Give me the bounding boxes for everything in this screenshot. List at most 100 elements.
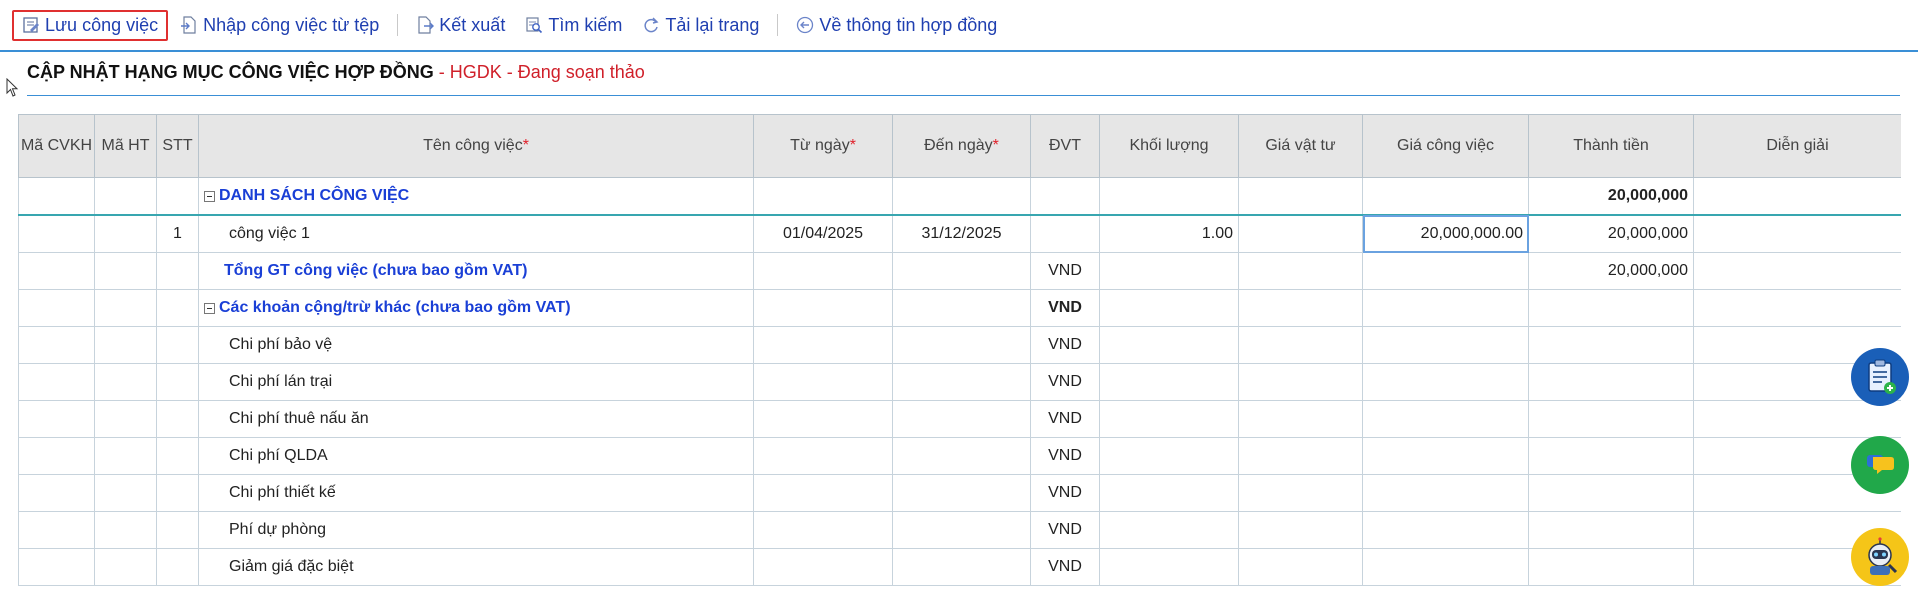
grid-cell[interactable] bbox=[1693, 400, 1901, 438]
cell-work-price-input[interactable]: 20,000,000.00 bbox=[1362, 214, 1529, 253]
grid-cell[interactable] bbox=[156, 548, 199, 586]
grid-cell[interactable] bbox=[1362, 437, 1529, 475]
collapse-toggle-icon[interactable] bbox=[204, 190, 215, 202]
grid-cell[interactable] bbox=[1362, 511, 1529, 549]
cell-cost-name[interactable]: Chi phí bảo vệ bbox=[198, 326, 754, 364]
grid-cell[interactable] bbox=[1238, 400, 1363, 438]
table-row[interactable]: Chi phí lán trại VND bbox=[18, 363, 1901, 401]
col-header-gia-vat-tu[interactable]: Giá vật tư bbox=[1238, 114, 1363, 178]
grid-cell[interactable] bbox=[892, 326, 1031, 364]
grid-cell[interactable] bbox=[1362, 400, 1529, 438]
export-button[interactable]: Kết xuất bbox=[408, 10, 513, 41]
col-header-dien-giai[interactable]: Diễn giải bbox=[1693, 114, 1901, 178]
grid-cell[interactable] bbox=[156, 437, 199, 475]
grid-cell[interactable] bbox=[1099, 474, 1239, 512]
table-row[interactable]: Chi phí QLDA VND bbox=[18, 437, 1901, 475]
cell-quantity[interactable]: 1.00 bbox=[1099, 214, 1239, 253]
grid-cell[interactable] bbox=[1528, 511, 1694, 549]
cell-to-date[interactable]: 31/12/2025 bbox=[892, 214, 1031, 253]
grid-cell[interactable] bbox=[753, 474, 893, 512]
col-header-ten-cong-viec[interactable]: Tên công việc* bbox=[198, 114, 754, 178]
grid-cell[interactable] bbox=[1238, 474, 1363, 512]
cell-ma-cvkh[interactable] bbox=[18, 214, 95, 253]
grid-cell[interactable] bbox=[1528, 400, 1694, 438]
grid-cell[interactable] bbox=[1099, 437, 1239, 475]
grid-cell[interactable] bbox=[1362, 474, 1529, 512]
table-row[interactable]: Chi phí thuê nấu ăn VND bbox=[18, 400, 1901, 438]
grid-cell[interactable] bbox=[18, 437, 95, 475]
grid-cell[interactable] bbox=[156, 474, 199, 512]
table-row[interactable]: 1 công việc 1 01/04/2025 31/12/2025 1.00… bbox=[18, 214, 1901, 253]
grid-cell[interactable] bbox=[1238, 437, 1363, 475]
grid-cell[interactable] bbox=[892, 474, 1031, 512]
grid-cell[interactable] bbox=[1099, 400, 1239, 438]
cell-cost-name[interactable]: Chi phí lán trại bbox=[198, 363, 754, 401]
col-header-thanh-tien[interactable]: Thành tiền bbox=[1528, 114, 1694, 178]
grid-cell[interactable] bbox=[753, 326, 893, 364]
grid-cell[interactable] bbox=[892, 548, 1031, 586]
grid-cell[interactable] bbox=[1099, 326, 1239, 364]
grid-cell[interactable] bbox=[94, 400, 157, 438]
grid-cell[interactable] bbox=[1238, 511, 1363, 549]
grid-cell[interactable] bbox=[1528, 326, 1694, 364]
grid-cell[interactable] bbox=[892, 363, 1031, 401]
cell-ma-ht[interactable] bbox=[94, 214, 157, 253]
group-row-work-list[interactable]: DANH SÁCH CÔNG VIỆC 20,000,000 bbox=[18, 177, 1901, 216]
grid-cell[interactable] bbox=[753, 363, 893, 401]
cell-description[interactable] bbox=[1693, 214, 1901, 253]
reload-button[interactable]: Tải lại trang bbox=[634, 10, 767, 41]
grid-cell[interactable] bbox=[94, 474, 157, 512]
col-header-ma-cvkh[interactable]: Mã CVKH bbox=[18, 114, 95, 178]
table-row[interactable]: Giảm giá đặc biệt VND bbox=[18, 548, 1901, 586]
grid-cell[interactable] bbox=[1528, 363, 1694, 401]
collapse-toggle-icon[interactable] bbox=[204, 302, 215, 314]
table-row[interactable]: Chi phí bảo vệ VND bbox=[18, 326, 1901, 364]
grid-cell[interactable] bbox=[156, 326, 199, 364]
grid-cell[interactable] bbox=[18, 474, 95, 512]
grid-cell[interactable] bbox=[892, 437, 1031, 475]
grid-cell[interactable] bbox=[1238, 363, 1363, 401]
grid-cell[interactable] bbox=[1099, 548, 1239, 586]
grid-cell[interactable] bbox=[892, 400, 1031, 438]
grid-cell[interactable] bbox=[94, 437, 157, 475]
cell-cost-name[interactable]: Chi phí QLDA bbox=[198, 437, 754, 475]
grid-cell[interactable] bbox=[94, 511, 157, 549]
grid-cell[interactable] bbox=[753, 548, 893, 586]
grid-cell[interactable] bbox=[1238, 548, 1363, 586]
grid-cell[interactable] bbox=[753, 400, 893, 438]
col-header-stt[interactable]: STT bbox=[156, 114, 199, 178]
grid-cell[interactable] bbox=[156, 511, 199, 549]
grid-cell[interactable] bbox=[94, 548, 157, 586]
grid-cell[interactable] bbox=[753, 511, 893, 549]
back-to-contract-button[interactable]: Về thông tin hợp đồng bbox=[788, 10, 1005, 41]
col-header-gia-cong-viec[interactable]: Giá công việc bbox=[1362, 114, 1529, 178]
grid-cell[interactable] bbox=[1099, 363, 1239, 401]
grid-cell[interactable] bbox=[1362, 548, 1529, 586]
grid-cell[interactable] bbox=[94, 326, 157, 364]
grid-cell[interactable] bbox=[1238, 326, 1363, 364]
add-note-button[interactable] bbox=[1851, 348, 1909, 406]
search-button[interactable]: Tìm kiếm bbox=[517, 10, 630, 41]
grid-cell[interactable] bbox=[18, 511, 95, 549]
cell-unit[interactable] bbox=[1030, 214, 1100, 253]
grid-cell[interactable] bbox=[892, 511, 1031, 549]
grid-cell[interactable] bbox=[1099, 511, 1239, 549]
cell-material-price[interactable] bbox=[1238, 214, 1363, 253]
save-work-button[interactable]: Lưu công việc bbox=[12, 9, 169, 41]
chat-button[interactable] bbox=[1851, 436, 1909, 494]
group-row-other-costs[interactable]: Các khoản cộng/trừ khác (chưa bao gồm VA… bbox=[18, 289, 1901, 327]
grid-cell[interactable] bbox=[1362, 326, 1529, 364]
col-header-dvt[interactable]: ĐVT bbox=[1030, 114, 1100, 178]
cell-cost-name[interactable]: Giảm giá đặc biệt bbox=[198, 548, 754, 586]
cell-cost-name[interactable]: Chi phí thuê nấu ăn bbox=[198, 400, 754, 438]
col-header-ma-ht[interactable]: Mã HT bbox=[94, 114, 157, 178]
col-header-tu-ngay[interactable]: Từ ngày* bbox=[753, 114, 893, 178]
import-file-button[interactable]: Nhập công việc từ tệp bbox=[172, 10, 387, 41]
cell-cost-name[interactable]: Chi phí thiết kế bbox=[198, 474, 754, 512]
grid-cell[interactable] bbox=[1528, 474, 1694, 512]
grid-cell[interactable] bbox=[18, 400, 95, 438]
cell-cost-name[interactable]: Phí dự phòng bbox=[198, 511, 754, 549]
grid-cell[interactable] bbox=[18, 548, 95, 586]
grid-cell[interactable] bbox=[94, 363, 157, 401]
col-header-den-ngay[interactable]: Đến ngày* bbox=[892, 114, 1031, 178]
